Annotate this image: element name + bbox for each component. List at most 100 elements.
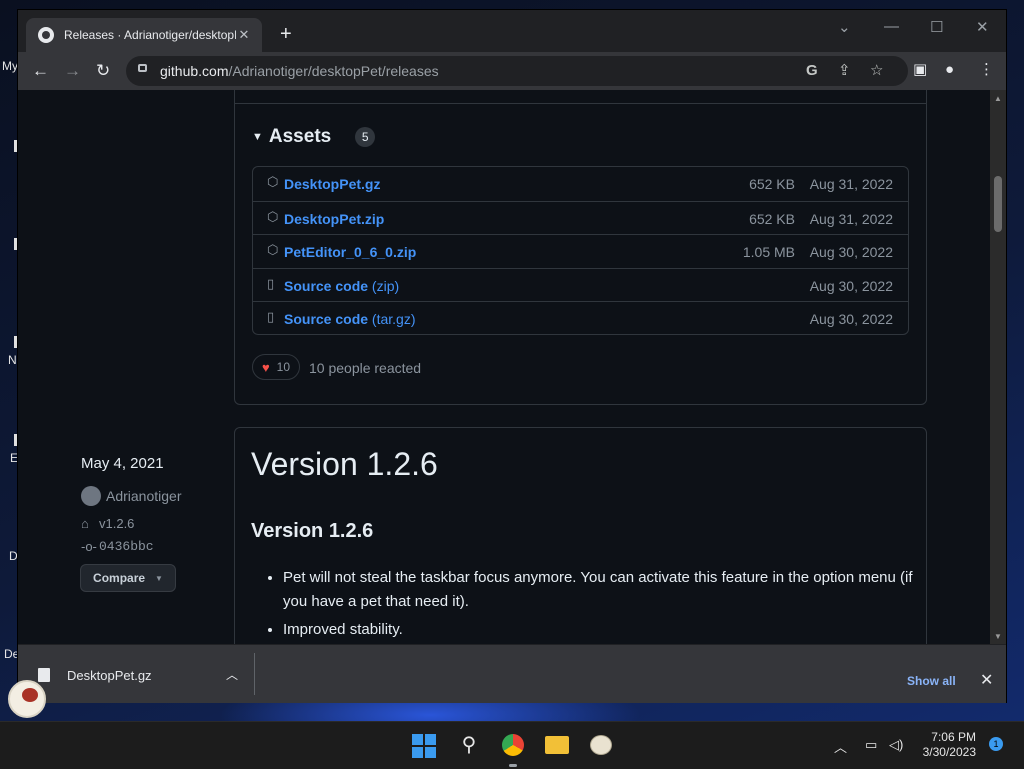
assets-table: ⬡ DesktopPet.gz 652 KB Aug 31, 2022 ⬡ De… xyxy=(252,166,909,335)
close-window-button[interactable]: ✕ xyxy=(976,18,989,36)
asset-ext[interactable]: (zip) xyxy=(372,278,399,294)
asset-link[interactable]: DesktopPet.gz xyxy=(284,176,380,192)
tag-icon: ⌂ xyxy=(81,516,89,531)
heart-reaction-button[interactable]: ♥ 10 xyxy=(252,354,300,380)
file-explorer-icon[interactable] xyxy=(544,732,570,758)
release-author[interactable]: Adrianotiger xyxy=(81,486,182,506)
file-icon xyxy=(38,668,50,682)
start-button[interactable] xyxy=(412,734,436,758)
show-all-button[interactable]: Show all xyxy=(907,674,956,688)
network-icon[interactable]: ▭ xyxy=(865,737,877,753)
github-icon xyxy=(38,27,54,43)
pet-face xyxy=(22,688,38,702)
release-tag[interactable]: ⌂ v1.2.6 xyxy=(81,516,134,531)
release-commit[interactable]: -o- 0436bbc xyxy=(81,539,154,554)
download-item[interactable]: DesktopPet.gz ︿ xyxy=(38,664,244,686)
github-releases-page: ▼ Assets 5 ⬡ DesktopPet.gz 652 KB Aug 31… xyxy=(18,90,990,644)
divider xyxy=(254,653,255,695)
asset-link[interactable]: DesktopPet.zip xyxy=(284,211,384,227)
new-tab-button[interactable]: + xyxy=(280,24,292,44)
asset-size: 652 KB xyxy=(749,176,795,192)
tab-releases[interactable]: Releases · Adrianotiger/desktopP ✕ xyxy=(26,18,262,52)
bookmark-star-icon[interactable]: ☆ xyxy=(870,63,883,79)
commit-sha[interactable]: 0436bbc xyxy=(99,539,154,554)
desktop-icon-label[interactable]: My xyxy=(2,59,18,73)
assets-toggle[interactable]: ▼ Assets 5 xyxy=(252,126,376,148)
clock-date: 3/30/2023 xyxy=(922,745,976,759)
chrome-icon[interactable] xyxy=(500,732,526,758)
lock-icon[interactable] xyxy=(138,64,147,72)
reaction-count: 10 xyxy=(276,360,291,374)
desktop-pet-sheep-icon[interactable] xyxy=(8,680,46,718)
volume-icon[interactable]: ◁) xyxy=(889,737,903,753)
taskbar: ⚲ ︿ ▭ ◁) 7:06 PM 3/30/2023 1 xyxy=(0,721,1024,769)
asset-name[interactable]: DesktopPet.zip xyxy=(284,211,384,227)
maximize-button[interactable]: ☐ xyxy=(930,18,943,36)
asset-link[interactable]: Source code (zip) xyxy=(284,278,399,294)
asset-name[interactable]: Source code xyxy=(284,311,368,327)
minimize-button[interactable]: — xyxy=(884,18,899,35)
file-zip-icon: ▯ xyxy=(267,309,275,324)
forward-button[interactable]: → xyxy=(64,61,81,81)
search-icon[interactable]: ⚲ xyxy=(456,732,482,758)
side-panel-icon[interactable]: ▣ xyxy=(913,62,927,78)
notification-badge[interactable]: 1 xyxy=(989,737,1003,751)
compare-button[interactable]: Compare ▼ xyxy=(80,564,176,592)
menu-kebab-icon[interactable]: ⋮ xyxy=(979,62,994,78)
asset-name[interactable]: Source code xyxy=(284,278,368,294)
url-text[interactable]: github.com/Adrianotiger/desktopPet/relea… xyxy=(160,63,439,79)
browser-toolbar: ← → ↻ github.com/Adrianotiger/desktopPet… xyxy=(18,52,1006,90)
package-icon: ⬡ xyxy=(267,242,279,257)
package-icon: ⬡ xyxy=(267,209,279,224)
desktop-icon-label[interactable]: D xyxy=(9,549,18,563)
release-note-item: Pet will not steal the taskbar focus any… xyxy=(283,566,923,614)
address-bar[interactable]: github.com/Adrianotiger/desktopPet/relea… xyxy=(126,56,908,86)
google-icon[interactable]: G xyxy=(806,63,818,79)
tab-search-icon[interactable]: ⌄ xyxy=(838,18,851,36)
triangle-down-icon: ▼ xyxy=(155,573,163,583)
share-icon[interactable]: ⇪ xyxy=(838,63,851,79)
file-zip-icon: ▯ xyxy=(267,276,275,291)
asset-date: Aug 30, 2022 xyxy=(809,278,893,294)
compare-label: Compare xyxy=(93,571,146,585)
card-divider xyxy=(234,90,927,104)
system-clock[interactable]: 7:06 PM 3/30/2023 xyxy=(912,730,976,760)
asset-size: 652 KB xyxy=(749,211,795,227)
scroll-up-icon[interactable]: ▲ xyxy=(994,94,1002,103)
page-scrollbar[interactable]: ▲ ▼ xyxy=(990,90,1006,644)
assets-count-badge: 5 xyxy=(355,127,376,147)
tab-strip: Releases · Adrianotiger/desktopP ✕ + ⌄ —… xyxy=(18,10,1006,52)
heart-icon: ♥ xyxy=(261,359,270,375)
asset-row: ▯ Source code (zip) Aug 30, 2022 xyxy=(253,268,908,301)
tag-name[interactable]: v1.2.6 xyxy=(99,516,134,531)
asset-date: Aug 31, 2022 xyxy=(809,176,893,192)
avatar[interactable] xyxy=(81,486,101,506)
browser-window: Releases · Adrianotiger/desktopP ✕ + ⌄ —… xyxy=(18,10,1006,703)
clock-time: 7:06 PM xyxy=(931,730,976,744)
asset-name[interactable]: PetEditor_0_6_0.zip xyxy=(284,244,416,260)
asset-link[interactable]: PetEditor_0_6_0.zip xyxy=(284,244,416,260)
desktop-icon-label[interactable]: N xyxy=(8,353,17,367)
chevron-up-tray-icon[interactable]: ︿ xyxy=(834,737,847,756)
profile-icon[interactable]: ● xyxy=(945,62,954,78)
asset-ext[interactable]: (tar.gz) xyxy=(372,311,416,327)
url-host: github.com xyxy=(160,63,229,79)
scrollbar-thumb[interactable] xyxy=(994,176,1002,232)
asset-row: ▯ Source code (tar.gz) Aug 30, 2022 xyxy=(253,301,908,334)
asset-name[interactable]: DesktopPet.gz xyxy=(284,176,380,192)
back-button[interactable]: ← xyxy=(32,61,49,81)
close-download-bar-icon[interactable]: ✕ xyxy=(980,670,993,690)
asset-date: Aug 31, 2022 xyxy=(809,211,893,227)
reload-button[interactable]: ↻ xyxy=(96,61,110,81)
chevron-up-icon[interactable]: ︿ xyxy=(226,666,238,683)
asset-row: ⬡ DesktopPet.zip 652 KB Aug 31, 2022 xyxy=(253,201,908,234)
desktop-pet-app-icon[interactable] xyxy=(588,732,614,758)
asset-date: Aug 30, 2022 xyxy=(809,244,893,260)
scroll-down-icon[interactable]: ▼ xyxy=(994,632,1002,641)
close-tab-icon[interactable]: ✕ xyxy=(236,27,252,43)
author-name[interactable]: Adrianotiger xyxy=(106,488,182,504)
desktop-icon-label[interactable]: E xyxy=(10,451,18,465)
release-note-item: Improved stability. xyxy=(283,618,923,642)
release-title[interactable]: Version 1.2.6 xyxy=(251,446,438,483)
asset-link[interactable]: Source code (tar.gz) xyxy=(284,311,416,327)
